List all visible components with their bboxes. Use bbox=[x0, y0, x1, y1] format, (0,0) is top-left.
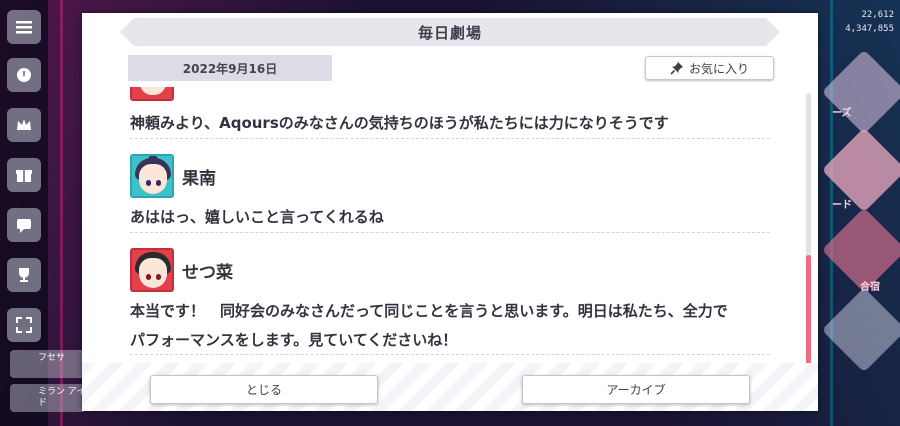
bg-menu-tile[interactable] bbox=[821, 287, 900, 373]
trophy-button[interactable] bbox=[7, 258, 41, 292]
bg-label: 合宿 bbox=[860, 282, 880, 293]
date-label: 2022年9月16日 bbox=[128, 55, 332, 81]
speaker-setsuna: せつ菜 bbox=[130, 248, 233, 292]
close-button[interactable]: とじる bbox=[150, 375, 378, 404]
gift-button[interactable] bbox=[7, 158, 41, 192]
crown-icon bbox=[17, 119, 31, 130]
archive-button[interactable]: アーカイブ bbox=[522, 375, 750, 404]
speaker-name: 果南 bbox=[182, 168, 216, 189]
currency-bottom: 4,347,855 bbox=[845, 24, 894, 34]
chat-icon bbox=[17, 68, 31, 82]
speech-bubble-icon bbox=[17, 219, 31, 233]
bg-label: ード bbox=[832, 200, 852, 211]
favorite-button-label: お気に入り bbox=[688, 61, 749, 76]
bg-menu-label[interactable]: ミラン アイド bbox=[10, 384, 86, 412]
dialogue-line: パフォーマンスをします。見ていてくださいね！ bbox=[130, 331, 458, 349]
daily-theater-dialog: 毎日劇場 2022年9月16日 お気に入り 神頼みより、Aqoursのみなさんの… bbox=[82, 13, 818, 411]
expand-icon bbox=[16, 317, 32, 333]
currency-top: 22,612 bbox=[861, 10, 894, 20]
dialog-title: 毎日劇場 bbox=[417, 23, 482, 42]
dialog-header: 毎日劇場 bbox=[120, 18, 780, 46]
dialogue-line: 本当です！ 同好会のみなさんだって同じことを言うと思います。明日は私たち、全力で bbox=[130, 302, 728, 320]
dialogue-divider bbox=[130, 232, 770, 233]
hamburger-menu-button[interactable] bbox=[7, 10, 41, 44]
right-menu-area: 22,612 4,347,855 ーズ ード 合宿 bbox=[810, 0, 900, 426]
bg-label: ーズ bbox=[832, 108, 852, 119]
trophy-icon bbox=[19, 268, 29, 282]
dialogue-divider bbox=[130, 354, 770, 355]
kanan-avatar bbox=[130, 154, 174, 198]
bg-menu-tile[interactable] bbox=[821, 49, 900, 135]
setsuna-avatar-partial bbox=[130, 87, 174, 101]
dialogue-scroll-area[interactable]: 神頼みより、Aqoursのみなさんの気持ちのほうが私たちには力になりそうです 果… bbox=[82, 87, 818, 363]
menu-icon bbox=[16, 21, 32, 34]
notice-button[interactable] bbox=[7, 208, 41, 242]
speaker-kanan: 果南 bbox=[130, 154, 216, 198]
scrollbar-thumb[interactable] bbox=[806, 255, 811, 366]
present-button[interactable] bbox=[7, 108, 41, 142]
fullscreen-button[interactable] bbox=[7, 308, 41, 342]
pin-icon bbox=[670, 62, 683, 75]
gift-icon bbox=[16, 170, 32, 182]
dialogue-line: あははっ、嬉しいこと言ってくれるね bbox=[130, 208, 384, 226]
favorite-button[interactable]: お気に入り bbox=[645, 56, 774, 80]
dialogue-divider bbox=[130, 138, 770, 139]
dialogue-line: 神頼みより、Aqoursのみなさんの気持ちのほうが私たちには力になりそうです bbox=[130, 114, 669, 132]
setsuna-avatar bbox=[130, 248, 174, 292]
speaker-name: せつ菜 bbox=[182, 262, 233, 283]
news-button[interactable] bbox=[7, 58, 41, 92]
bg-menu-label[interactable]: フセサ bbox=[10, 350, 86, 378]
